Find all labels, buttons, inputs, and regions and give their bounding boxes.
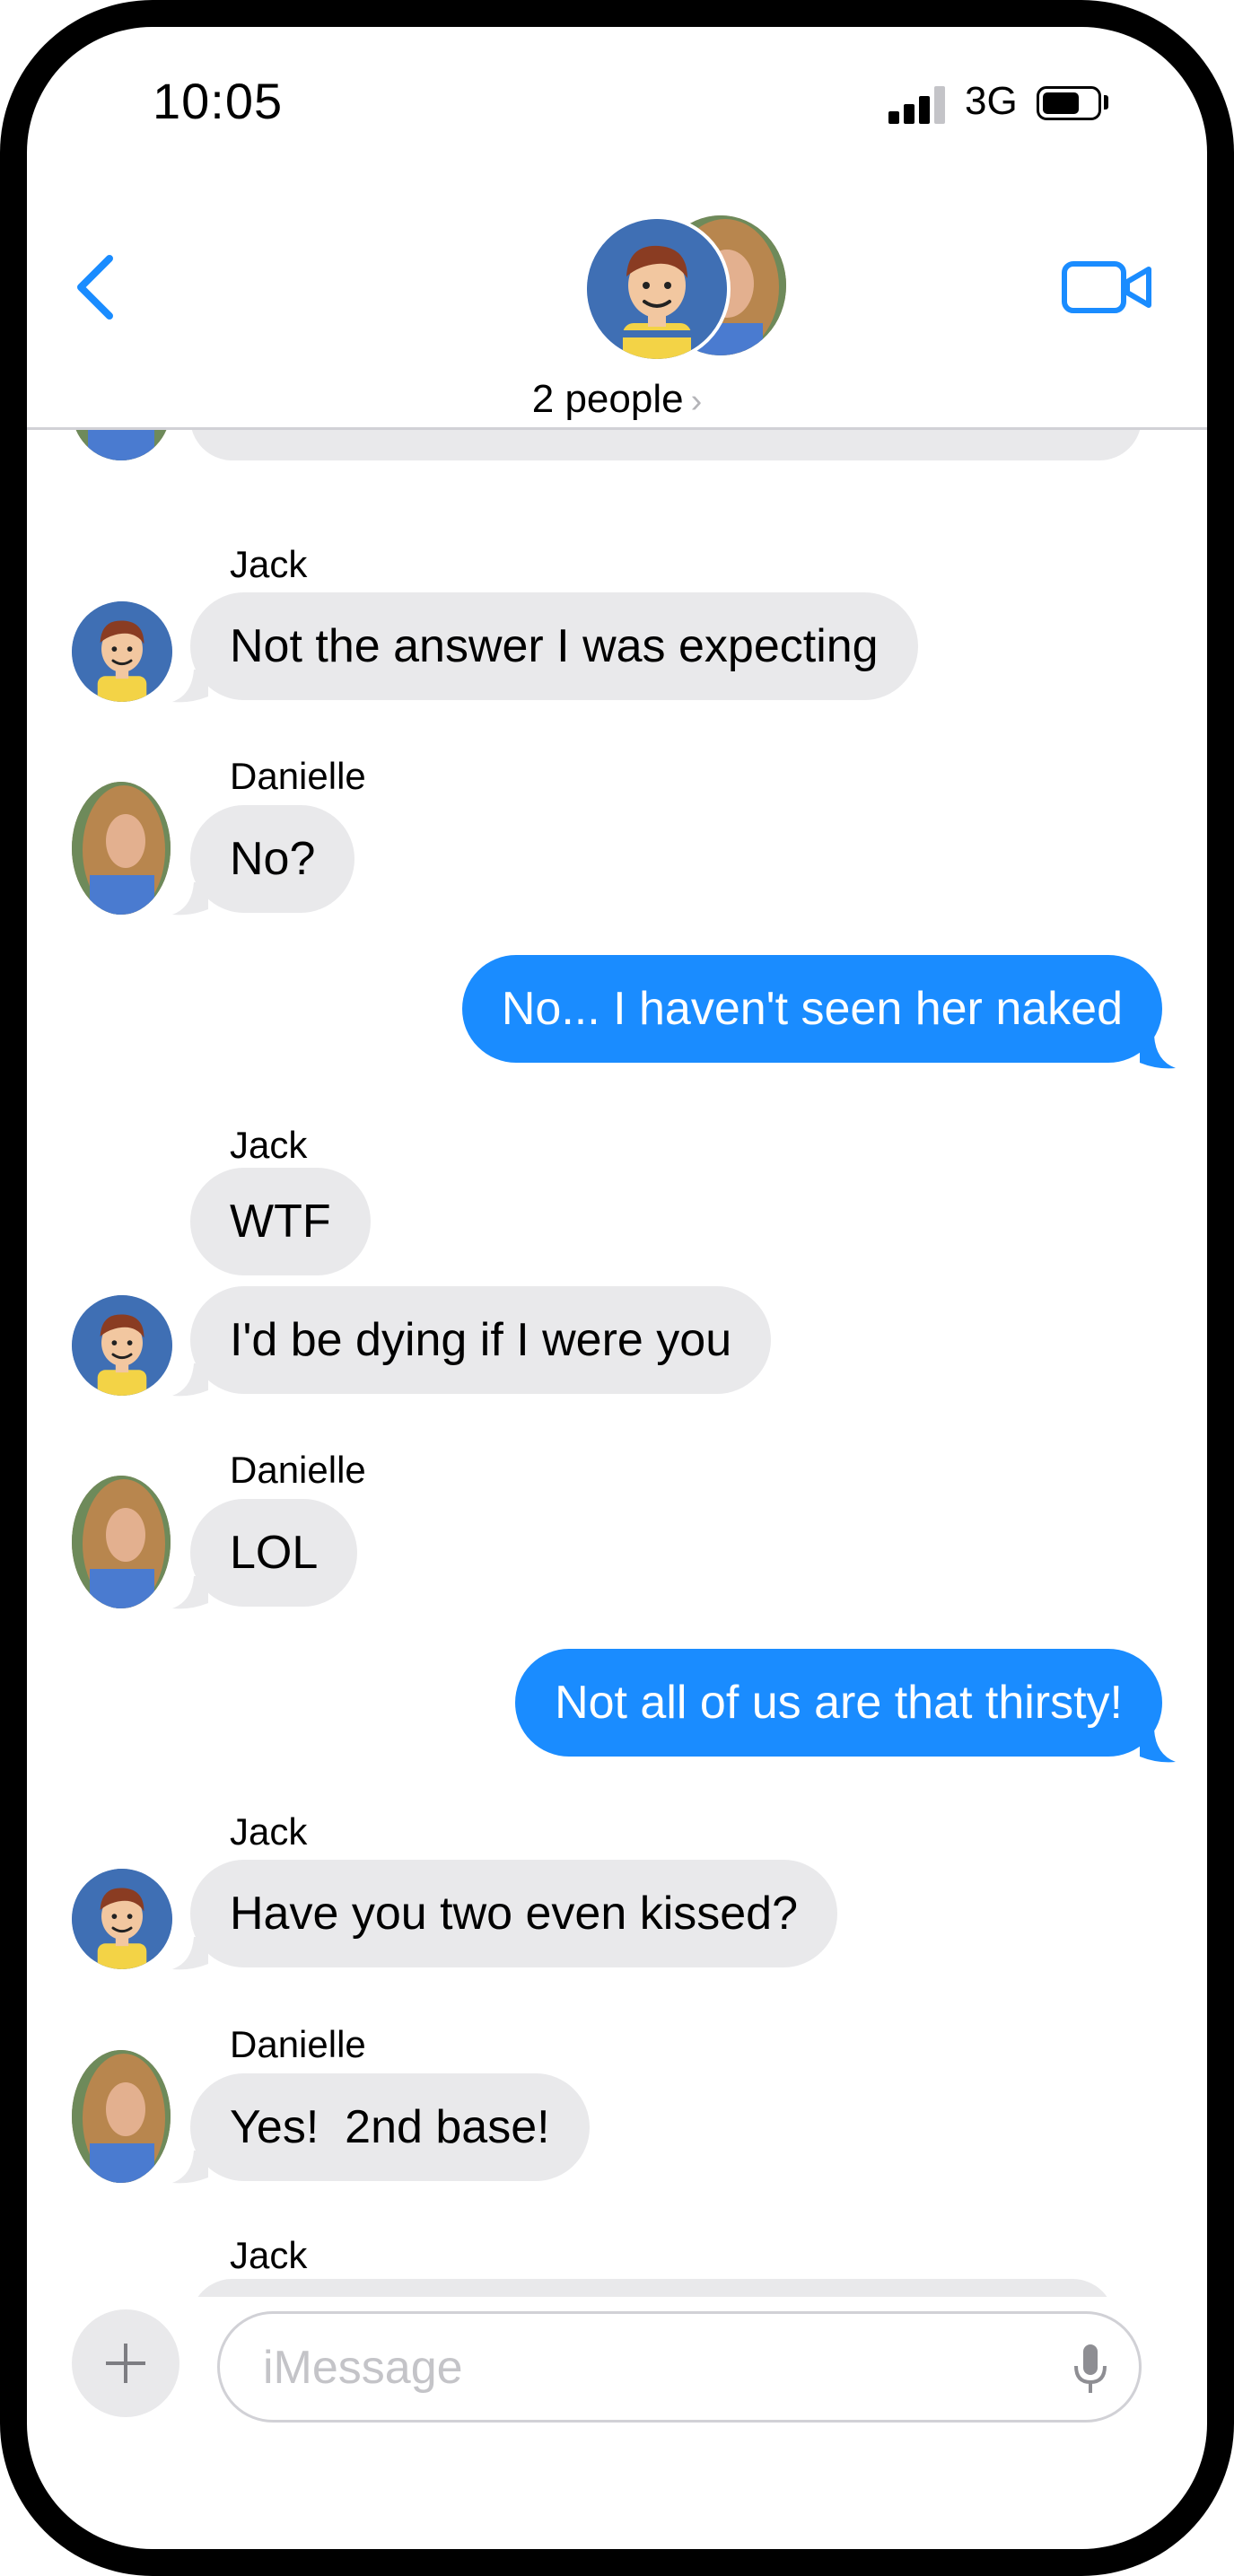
battery-level [1043,92,1079,114]
message-bubble-outgoing[interactable]: No... I haven't seen her naked [461,955,1162,1063]
plus-icon[interactable] [72,2309,179,2417]
sender-name: Jack [230,1124,308,1166]
screen: 10:05 3G 2 people › Jack Not the answer … [27,27,1207,2549]
message-bubble[interactable]: Yes! 2nd base! [190,2073,590,2181]
battery-icon [1037,86,1101,120]
message-bubble-outgoing[interactable]: Not all of us are that thirsty! [515,1649,1162,1757]
group-name-link[interactable]: 2 people › [27,377,1207,422]
message-bubble[interactable]: Have you two even kissed? [190,1860,838,1967]
message-list[interactable]: Jack Not the answer I was expecting Dani… [27,430,1207,2297]
sender-name: Danielle [230,1449,366,1491]
chevron-left-icon [77,255,113,320]
signal-bars-icon [888,86,950,124]
danielle-avatar [72,430,171,460]
message-bubble[interactable]: No? [190,805,355,913]
microphone-icon[interactable] [1072,2343,1108,2396]
group-avatar[interactable] [583,215,786,363]
jack-avatar [72,1869,172,1969]
conversation-header: 2 people › [27,188,1207,427]
sender-name: Danielle [230,2023,366,2065]
message-bubble[interactable]: WTF [190,1168,371,1275]
video-camera-icon [1062,261,1151,313]
jack-avatar [583,215,731,363]
message-bubble-partial[interactable] [190,430,1142,460]
phone-frame: 10:05 3G 2 people › Jack Not the answer … [0,0,1234,2576]
message-field[interactable] [217,2311,1142,2423]
battery-cap [1104,95,1108,110]
network-type: 3G [965,79,1018,123]
composer-bar [27,2293,1207,2455]
status-time: 10:05 [153,73,284,129]
message-bubble[interactable]: I'd be dying if I were you [190,1286,772,1394]
sender-name: Danielle [230,755,366,797]
jack-avatar [72,1295,172,1396]
sender-name: Jack [230,2234,308,2276]
message-bubble[interactable]: LOL [190,1499,358,1607]
message-input[interactable] [261,2339,1037,2396]
facetime-button[interactable] [1059,251,1158,323]
danielle-avatar [72,782,171,915]
back-button[interactable] [63,242,144,332]
chevron-right-icon: › [690,382,703,420]
message-bubble[interactable]: Not the answer I was expecting [190,592,918,700]
jack-avatar [72,601,172,702]
danielle-avatar [72,1476,171,1608]
danielle-avatar [72,2050,171,2183]
status-bar: 10:05 3G [27,27,1207,188]
sender-name: Jack [230,543,308,585]
group-name: 2 people [531,377,684,421]
sender-name: Jack [230,1810,308,1853]
